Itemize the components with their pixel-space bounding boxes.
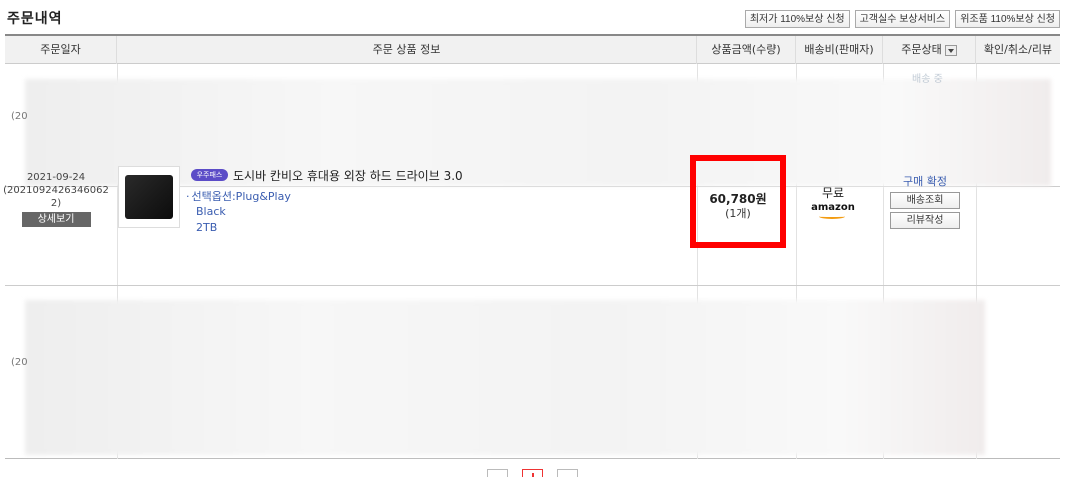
- product-option-selected: · 선택옵션:Plug&Play: [186, 188, 291, 204]
- blurred-order-row: [25, 300, 985, 455]
- blurred-order-status: 배송 중: [912, 74, 943, 85]
- product-option-label: 선택옵션:Plug&Play: [191, 190, 291, 203]
- product-thumbnail[interactable]: [118, 166, 180, 228]
- tracking-button[interactable]: 배송조회: [890, 192, 960, 209]
- pager-next-button[interactable]: [557, 469, 578, 477]
- row-divider: [5, 285, 1060, 286]
- price-highlight-box: 60,780원 (1개): [690, 155, 786, 248]
- pager-page-1[interactable]: [522, 469, 543, 477]
- hard-drive-image: [125, 175, 173, 219]
- header-price-qty: 상품금액(수량): [697, 36, 796, 64]
- product-quantity: (1개): [725, 207, 751, 220]
- page-title: 주문내역: [7, 11, 63, 27]
- top-button-group: 최저가 110%보상 신청 고객실수 보상서비스 위조품 110%보상 신청: [744, 10, 1060, 28]
- header-product-info: 주문 상품 정보: [117, 36, 697, 64]
- shipping-fee: 무료: [821, 186, 845, 200]
- order-detail-button[interactable]: 상세보기: [21, 212, 91, 227]
- amazon-smile-icon: [819, 214, 845, 219]
- header-order-date: 주문일자: [5, 36, 117, 64]
- lowest-price-compensation-button[interactable]: 최저가 110%보상 신청: [744, 10, 850, 28]
- bullet-icon: ·: [186, 190, 190, 203]
- blurred-order-date: (20: [11, 111, 28, 122]
- header-actions: 확인/취소/리뷰: [983, 43, 1053, 56]
- order-date: 2021-09-24: [26, 172, 86, 183]
- header-order-status: 주문상태: [883, 36, 976, 64]
- status-filter-dropdown-icon[interactable]: [944, 44, 957, 56]
- product-name-link[interactable]: 도시바 칸비오 휴대용 외장 하드 드라이브 3.0: [233, 167, 463, 184]
- counterfeit-compensation-button[interactable]: 위조품 110%보상 신청: [955, 10, 1060, 28]
- order-number-line2: 2): [50, 198, 62, 209]
- seller-logo: amazon: [811, 202, 855, 219]
- blurred-order-date: (20: [11, 357, 28, 368]
- customer-mistake-compensation-button[interactable]: 고객실수 보상서비스: [854, 10, 951, 28]
- seller-name: amazon: [811, 202, 855, 213]
- rocket-pass-badge: 우주패스: [191, 169, 228, 181]
- table-header: 주문일자 주문 상품 정보 상품금액(수량) 배송비(판매자) 주문상태 확인/…: [5, 36, 1060, 64]
- order-status: 구매 확정: [903, 175, 947, 188]
- product-option-color: Black: [196, 205, 226, 218]
- product-option-size: 2TB: [196, 221, 218, 234]
- shipping-cell: 무료 amazon: [811, 184, 855, 219]
- header-order-status-label: 주문상태: [901, 43, 942, 56]
- header-shipping: 배송비(판매자): [796, 36, 883, 64]
- order-date-cell: 2021-09-24 (2021092426346062 2) 상세보기: [0, 171, 112, 227]
- order-number-line1: (2021092426346062: [3, 185, 109, 196]
- write-review-button[interactable]: 리뷰작성: [890, 212, 960, 229]
- pager-prev-button[interactable]: [487, 469, 508, 477]
- order-status-cell: 구매 확정 배송조회 리뷰작성: [888, 173, 962, 229]
